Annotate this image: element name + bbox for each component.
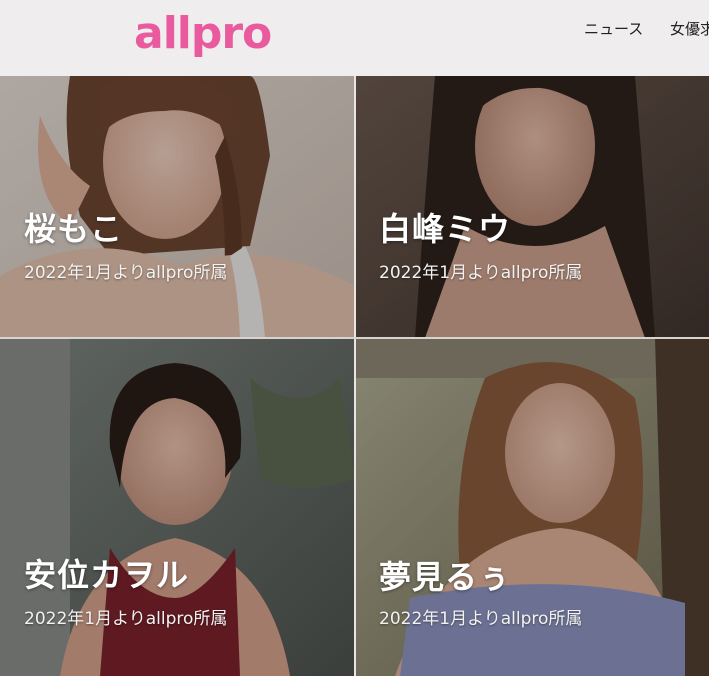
talent-name: 白峰ミウ — [379, 210, 512, 248]
talent-card-moko[interactable]: 桜もこ 2022年1月よりallpro所属 — [0, 76, 355, 338]
talent-affiliation: 2022年1月よりallpro所属 — [24, 263, 228, 283]
talent-name: 夢見るぅ — [379, 558, 512, 596]
grid-divider-horizontal — [0, 337, 709, 339]
talent-affiliation: 2022年1月よりallpro所属 — [24, 609, 228, 629]
allpro-logo[interactable]: allpro — [134, 2, 272, 66]
talent-affiliation: 2022年1月よりallpro所属 — [379, 609, 583, 629]
talent-affiliation: 2022年1月よりallpro所属 — [379, 263, 583, 283]
site-header: allpro ニュース 女優求 — [0, 0, 709, 76]
nav-item-recruit[interactable]: 女優求 — [670, 18, 709, 39]
main-nav: ニュース 女優求 — [584, 18, 709, 38]
talent-card-miu[interactable]: 白峰ミウ 2022年1月よりallpro所属 — [355, 76, 709, 338]
talent-card-ruu[interactable]: 夢見るぅ 2022年1月よりallpro所属 — [355, 338, 709, 676]
talent-card-kaworu[interactable]: 安位カヲル 2022年1月よりallpro所属 — [0, 338, 355, 676]
page: allpro ニュース 女優求 桜もこ 2022年1月よりallpro所属 白峰… — [0, 0, 709, 676]
grid-divider-vertical — [354, 76, 356, 676]
nav-item-news[interactable]: ニュース — [584, 18, 643, 39]
talent-name: 桜もこ — [24, 210, 124, 248]
talent-name: 安位カヲル — [24, 556, 190, 594]
